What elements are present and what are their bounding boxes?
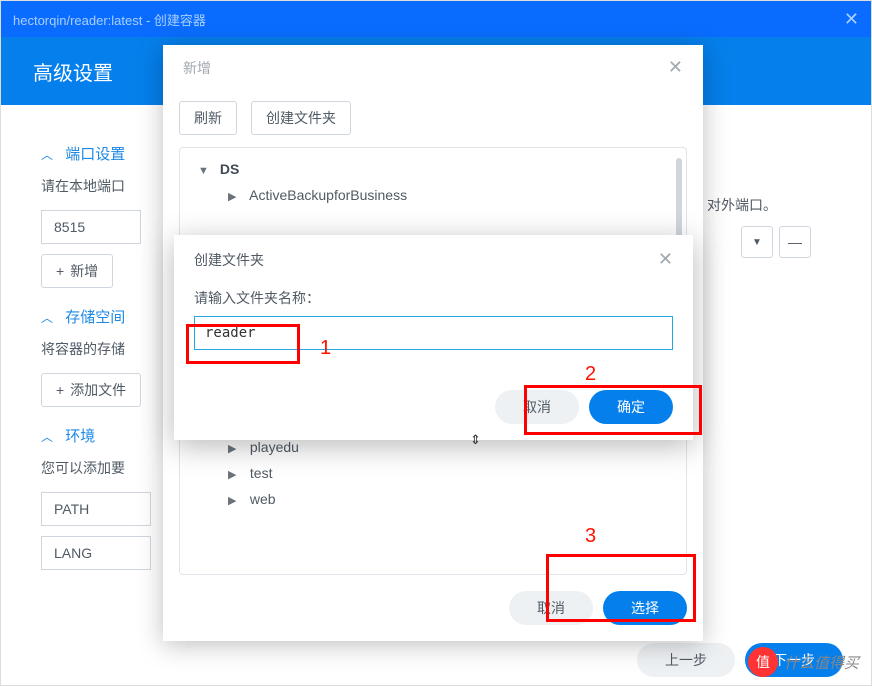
port-desc-right: 对外端口。 (707, 195, 777, 215)
protocol-dropdown[interactable]: ▼ (741, 226, 773, 258)
watermark-text: 什么值得买 (784, 652, 859, 673)
section-env-title: 环境 (65, 428, 95, 445)
tree-item-label: playedu (250, 439, 299, 455)
create-folder-title: 创建文件夹 (194, 250, 264, 270)
resize-cursor-icon: ⇕ (470, 432, 481, 448)
new-folder-button[interactable]: 创建文件夹 (251, 101, 351, 135)
window-titlebar: hectorqin/reader:latest - 创建容器 ✕ (1, 1, 871, 37)
ok-button[interactable]: 确定 (589, 390, 673, 424)
folder-name-label: 请输入文件夹名称： (194, 288, 673, 308)
caret-right-icon: ▶ (228, 468, 238, 481)
page-title: 高级设置 (33, 57, 113, 86)
caret-right-icon: ▶ (228, 442, 238, 455)
watermark: 值 什么值得买 (748, 647, 859, 677)
prev-step-button[interactable]: 上一步 (637, 643, 735, 677)
caret-right-icon: ▶ (228, 494, 238, 507)
chevron-down-icon: ▼ (752, 237, 762, 248)
local-port-input[interactable]: 8515 (41, 210, 141, 244)
watermark-badge-icon: 值 (748, 647, 778, 677)
refresh-button[interactable]: 刷新 (179, 101, 237, 135)
create-folder-modal: 创建文件夹 ✕ 请输入文件夹名称： 取消 确定 ⇕ (174, 235, 693, 440)
remove-port-button[interactable]: — (779, 226, 811, 258)
caret-right-icon: ▶ (228, 190, 238, 203)
env-row-key[interactable]: LANG (41, 536, 151, 570)
tree-item-label: test (250, 465, 273, 481)
chevron-up-icon: ︿ (41, 148, 53, 162)
add-port-button[interactable]: 新增 (41, 254, 113, 288)
window-title: hectorqin/reader:latest - 创建容器 (13, 10, 206, 29)
folder-browser-title: 新增 (183, 58, 211, 78)
section-volume-title: 存储空间 (65, 309, 125, 326)
close-icon[interactable]: ✕ (658, 249, 673, 270)
env-row-key[interactable]: PATH (41, 492, 151, 526)
tree-root[interactable]: ▼ DS (180, 156, 686, 182)
window-close-icon[interactable]: ✕ (844, 9, 859, 30)
section-port-title: 端口设置 (65, 146, 125, 163)
folder-name-input[interactable] (194, 316, 673, 350)
tree-root-label: DS (220, 161, 239, 177)
tree-item-label: ActiveBackupforBusiness (249, 187, 407, 203)
chevron-up-icon: ︿ (41, 430, 53, 444)
close-icon[interactable]: ✕ (668, 57, 683, 78)
tree-item[interactable]: ▶ web (180, 486, 686, 512)
select-button[interactable]: 选择 (603, 591, 687, 625)
add-file-button[interactable]: 添加文件 (41, 373, 141, 407)
tree-item-label: web (250, 491, 276, 507)
caret-down-icon: ▼ (198, 165, 208, 177)
cancel-button[interactable]: 取消 (509, 591, 593, 625)
chevron-up-icon: ︿ (41, 311, 53, 325)
wizard-footer: 上一步 下一步 (1, 635, 871, 685)
tree-item[interactable]: ▶ ActiveBackupforBusiness (180, 182, 686, 208)
cancel-button[interactable]: 取消 (495, 390, 579, 424)
tree-item[interactable]: ▶ test (180, 460, 686, 486)
